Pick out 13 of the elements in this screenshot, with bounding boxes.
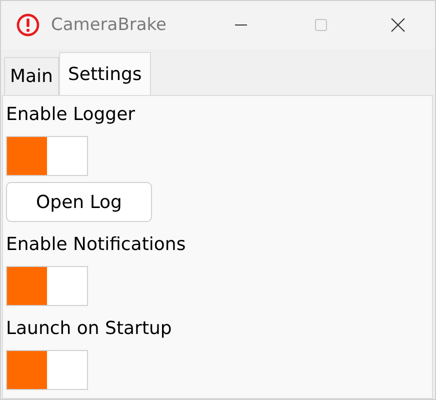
setting-label: Launch on Startup (6, 317, 172, 341)
tab[interactable]: Settings (58, 52, 151, 95)
open-log-button[interactable]: Open Log (6, 182, 152, 222)
window-title: CameraBrake (51, 15, 166, 35)
maximize-icon (315, 19, 327, 31)
close-icon (391, 18, 405, 32)
tab[interactable]: Main (4, 57, 59, 95)
toggle-switch[interactable] (6, 266, 88, 306)
toggle-switch[interactable] (6, 136, 88, 176)
alert-icon (16, 13, 40, 37)
setting-label: Enable Logger (6, 103, 136, 127)
toggle-switch[interactable] (6, 350, 88, 390)
setting-label: Enable Notifications (6, 233, 186, 257)
